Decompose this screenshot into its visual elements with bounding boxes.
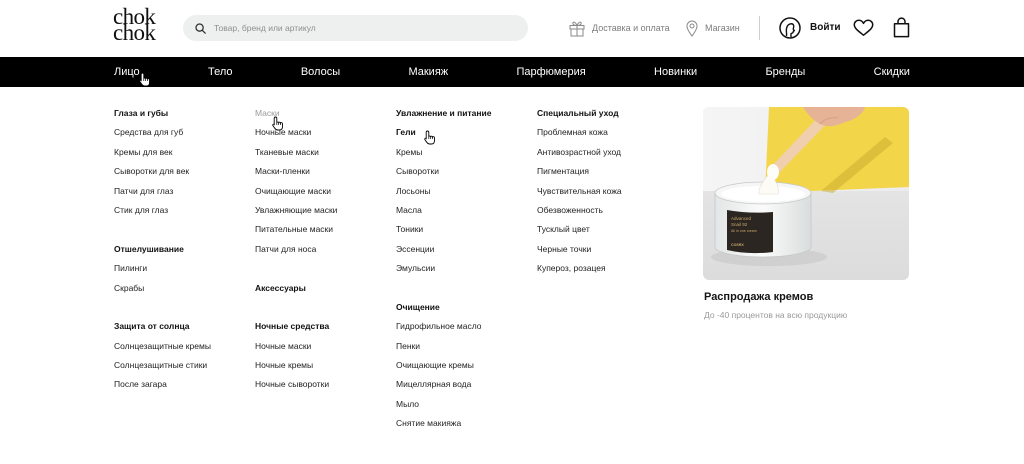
promo-subtitle: До -40 процентов на всю продукцию: [704, 310, 848, 320]
menu-item-link[interactable]: Маски-пленки: [255, 162, 393, 181]
main-nav: Лицо Тело Волосы Макияж Парфюмерия Новин…: [0, 57, 1024, 87]
menu-item-link[interactable]: Масла: [396, 201, 534, 220]
menu-group-heading[interactable]: Глаза и губы: [114, 104, 252, 123]
nav-item-brands[interactable]: Бренды: [765, 65, 805, 79]
nav-item-face[interactable]: Лицо: [114, 65, 140, 79]
menu-item-link[interactable]: Сыворотки для век: [114, 162, 252, 181]
nav-item-new[interactable]: Новинки: [654, 65, 697, 79]
menu-item-link[interactable]: Тоники: [396, 220, 534, 239]
search-bar[interactable]: [183, 15, 528, 41]
menu-item-link[interactable]: Ночные маски: [255, 337, 393, 356]
menu-item-link[interactable]: Гидрофильное масло: [396, 317, 534, 336]
logo-line-2: chok: [113, 20, 156, 45]
nav-item-makeup[interactable]: Макияж: [408, 65, 448, 79]
menu-column-4: Специальный уход Проблемная кожа Антивоз…: [537, 104, 675, 279]
menu-group-heading[interactable]: Аксессуары: [255, 279, 393, 298]
menu-item-link[interactable]: Солнцезащитные кремы: [114, 337, 252, 356]
menu-item-link[interactable]: Чувствительная кожа: [537, 182, 675, 201]
heart-icon[interactable]: [853, 19, 874, 37]
menu-item-link[interactable]: Черные точки: [537, 240, 675, 259]
menu-group-heading[interactable]: Отшелушивание: [114, 240, 252, 259]
promo-image[interactable]: Advanced Snail 92 All in one cream COSRX: [703, 107, 909, 280]
menu-item-link[interactable]: Обезвоженность: [537, 201, 675, 220]
menu-item-link[interactable]: Пилинги: [114, 259, 252, 278]
login-link[interactable]: Войти: [810, 22, 841, 34]
menu-item-link[interactable]: Увлажняющие маски: [255, 201, 393, 220]
menu-item-link[interactable]: Питательные маски: [255, 220, 393, 239]
menu-item-link[interactable]: Антивозрастной уход: [537, 143, 675, 162]
header-divider: [759, 16, 760, 40]
delivery-link[interactable]: Доставка и оплата: [592, 22, 670, 34]
menu-item-link[interactable]: Скрабы: [114, 279, 252, 298]
menu-item-link[interactable]: Мицеллярная вода: [396, 375, 534, 394]
menu-column-3: Увлажнение и питание Гели Кремы Сыворотк…: [396, 104, 534, 434]
store-link[interactable]: Магазин: [705, 22, 740, 34]
promo-title[interactable]: Распродажа кремов: [704, 290, 813, 304]
menu-item-link[interactable]: Эмульсии: [396, 259, 534, 278]
shopping-bag-icon[interactable]: [893, 17, 910, 38]
nav-item-body[interactable]: Тело: [208, 65, 233, 79]
menu-column-2: Маски Ночные маски Тканевые маски Маски-…: [255, 104, 393, 395]
search-input[interactable]: [214, 15, 514, 41]
menu-item-link[interactable]: Очищающие маски: [255, 182, 393, 201]
user-icon[interactable]: [779, 17, 801, 39]
location-pin-icon[interactable]: [686, 20, 698, 37]
hand-cursor-icon: [139, 72, 150, 87]
menu-item-link[interactable]: Очищающие кремы: [396, 356, 534, 375]
menu-item-link[interactable]: Сыворотки: [396, 162, 534, 181]
menu-item-link[interactable]: Кремы: [396, 143, 534, 162]
menu-item-link[interactable]: После загара: [114, 375, 252, 394]
menu-item-link[interactable]: Пенки: [396, 337, 534, 356]
logo[interactable]: chok chok: [113, 5, 156, 45]
menu-item-link[interactable]: Эссенции: [396, 240, 534, 259]
menu-item-link[interactable]: Средства для губ: [114, 123, 252, 142]
menu-item-link[interactable]: Мыло: [396, 395, 534, 414]
menu-group-heading[interactable]: Специальный уход: [537, 104, 675, 123]
product-label-line-2: Snail 92: [731, 222, 748, 227]
menu-item-link[interactable]: Тканевые маски: [255, 143, 393, 162]
product-label-brand: COSRX: [731, 243, 744, 247]
nav-item-hair[interactable]: Волосы: [301, 65, 340, 79]
hand-cursor-icon: [424, 130, 435, 145]
search-icon[interactable]: [195, 23, 206, 34]
menu-item-link[interactable]: Купероз, розацея: [537, 259, 675, 278]
menu-item-link[interactable]: Ночные кремы: [255, 356, 393, 375]
menu-group-heading[interactable]: Ночные средства: [255, 317, 393, 336]
menu-item-link[interactable]: Патчи для глаз: [114, 182, 252, 201]
menu-item-link[interactable]: Гели: [396, 123, 534, 142]
hand-cursor-icon: [272, 116, 283, 131]
menu-item-link[interactable]: Лосьоны: [396, 182, 534, 201]
menu-item-link[interactable]: Патчи для носа: [255, 240, 393, 259]
menu-item-link[interactable]: Стик для глаз: [114, 201, 252, 220]
menu-item-link[interactable]: Ночные сыворотки: [255, 375, 393, 394]
menu-column-1: Глаза и губы Средства для губ Кремы для …: [114, 104, 252, 395]
nav-item-sale[interactable]: Скидки: [874, 65, 910, 79]
menu-item-link[interactable]: Солнцезащитные стики: [114, 356, 252, 375]
product-label-line-3: All in one cream: [731, 229, 757, 233]
menu-group-heading[interactable]: Увлажнение и питание: [396, 104, 534, 123]
nav-item-perfume[interactable]: Парфюмерия: [516, 65, 585, 79]
gift-box-icon[interactable]: [569, 19, 585, 37]
product-label-line-1: Advanced: [731, 216, 752, 221]
menu-group-heading[interactable]: Очищение: [396, 298, 534, 317]
menu-group-heading[interactable]: Защита от солнца: [114, 317, 252, 336]
menu-item-link[interactable]: Снятие макияжа: [396, 414, 534, 433]
menu-item-link[interactable]: Кремы для век: [114, 143, 252, 162]
menu-item-link[interactable]: Пигментация: [537, 162, 675, 181]
menu-item-link[interactable]: Тусклый цвет: [537, 220, 675, 239]
menu-item-link[interactable]: Проблемная кожа: [537, 123, 675, 142]
